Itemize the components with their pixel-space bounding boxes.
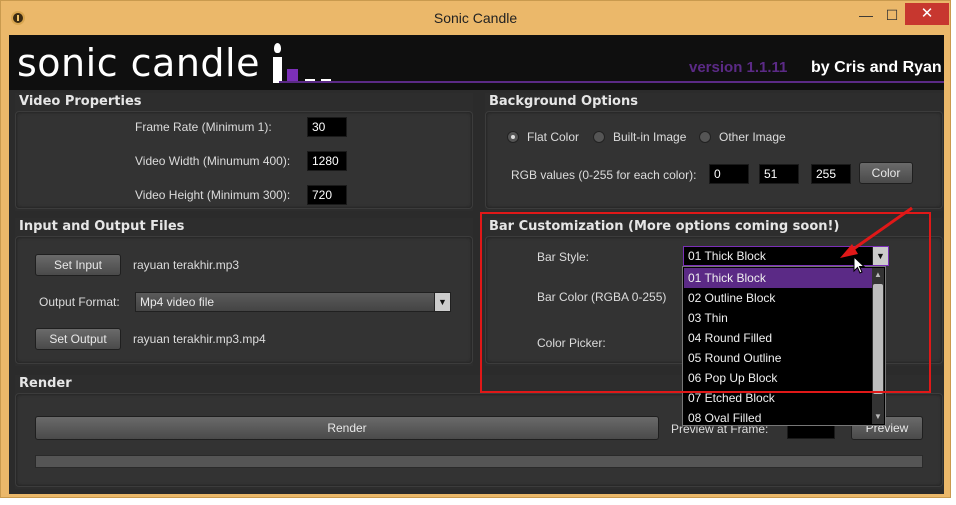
logo-text: sonic candle [17, 41, 260, 85]
video-height-label: Video Height (Minimum 300): [135, 188, 291, 202]
flat-color-label: Flat Color [527, 130, 580, 144]
authors-label: by Cris and Ryan [811, 59, 942, 76]
video-height-field[interactable]: 720 [307, 185, 347, 205]
input-file-name: rayuan terakhir.mp3 [133, 258, 240, 272]
version-label: version 1.1.11 [689, 59, 788, 76]
video-width-field[interactable]: 1280 [307, 151, 347, 171]
set-input-button[interactable]: Set Input [35, 254, 121, 276]
scroll-down-icon[interactable]: ▼ [872, 410, 884, 424]
title-bar: Sonic Candle — ☐ ✕ [1, 1, 950, 35]
rgb-values-label: RGB values (0-255 for each color): [511, 168, 697, 182]
output-file-name: rayuan terakhir.mp3.mp4 [133, 332, 266, 346]
other-image-label: Other Image [719, 130, 786, 144]
other-image-radio[interactable] [699, 131, 711, 143]
panel-body [485, 111, 943, 209]
panel-title: Input and Output Files [19, 219, 185, 234]
output-format-select[interactable]: Mp4 video file ▼ [135, 292, 451, 312]
blue-field[interactable]: 255 [811, 164, 851, 184]
builtin-image-label: Built-in Image [613, 130, 687, 144]
output-format-value: Mp4 video file [140, 295, 215, 309]
panel-title: Background Options [489, 94, 638, 109]
red-field[interactable]: 0 [709, 164, 749, 184]
minimize-button[interactable]: — [853, 5, 879, 27]
panel-title: Render [19, 376, 72, 391]
annotation-highlight-box [480, 212, 931, 393]
window-title: Sonic Candle [433, 10, 518, 26]
maximize-button[interactable]: ☐ [879, 5, 905, 27]
video-width-label: Video Width (Minumum 400): [135, 154, 291, 168]
output-format-label: Output Format: [39, 295, 120, 309]
bar-style-option[interactable]: 08 Oval Filled [684, 408, 872, 425]
app-header: sonic candle version 1.1.11 by Cris and … [9, 35, 944, 90]
io-files-panel: Input and Output Files Set Input rayuan … [15, 218, 473, 366]
flat-color-radio[interactable] [507, 131, 519, 143]
background-options-panel: Background Options Flat Color Built-in I… [485, 93, 943, 211]
close-button[interactable]: ✕ [905, 3, 949, 25]
render-progress-bar [35, 455, 923, 468]
mouse-cursor-icon [853, 256, 866, 274]
frame-rate-label: Frame Rate (Minimum 1): [135, 120, 272, 134]
render-button[interactable]: Render [35, 416, 659, 440]
video-properties-panel: Video Properties Frame Rate (Minimum 1):… [15, 93, 473, 211]
builtin-image-radio[interactable] [593, 131, 605, 143]
frame-rate-field[interactable]: 30 [307, 117, 347, 137]
green-field[interactable]: 51 [759, 164, 799, 184]
header-divider [279, 81, 944, 83]
color-button[interactable]: Color [859, 162, 913, 184]
set-output-button[interactable]: Set Output [35, 328, 121, 350]
candle-logo-icon [271, 43, 341, 85]
chevron-down-icon: ▼ [434, 293, 450, 311]
panel-title: Video Properties [19, 94, 142, 109]
